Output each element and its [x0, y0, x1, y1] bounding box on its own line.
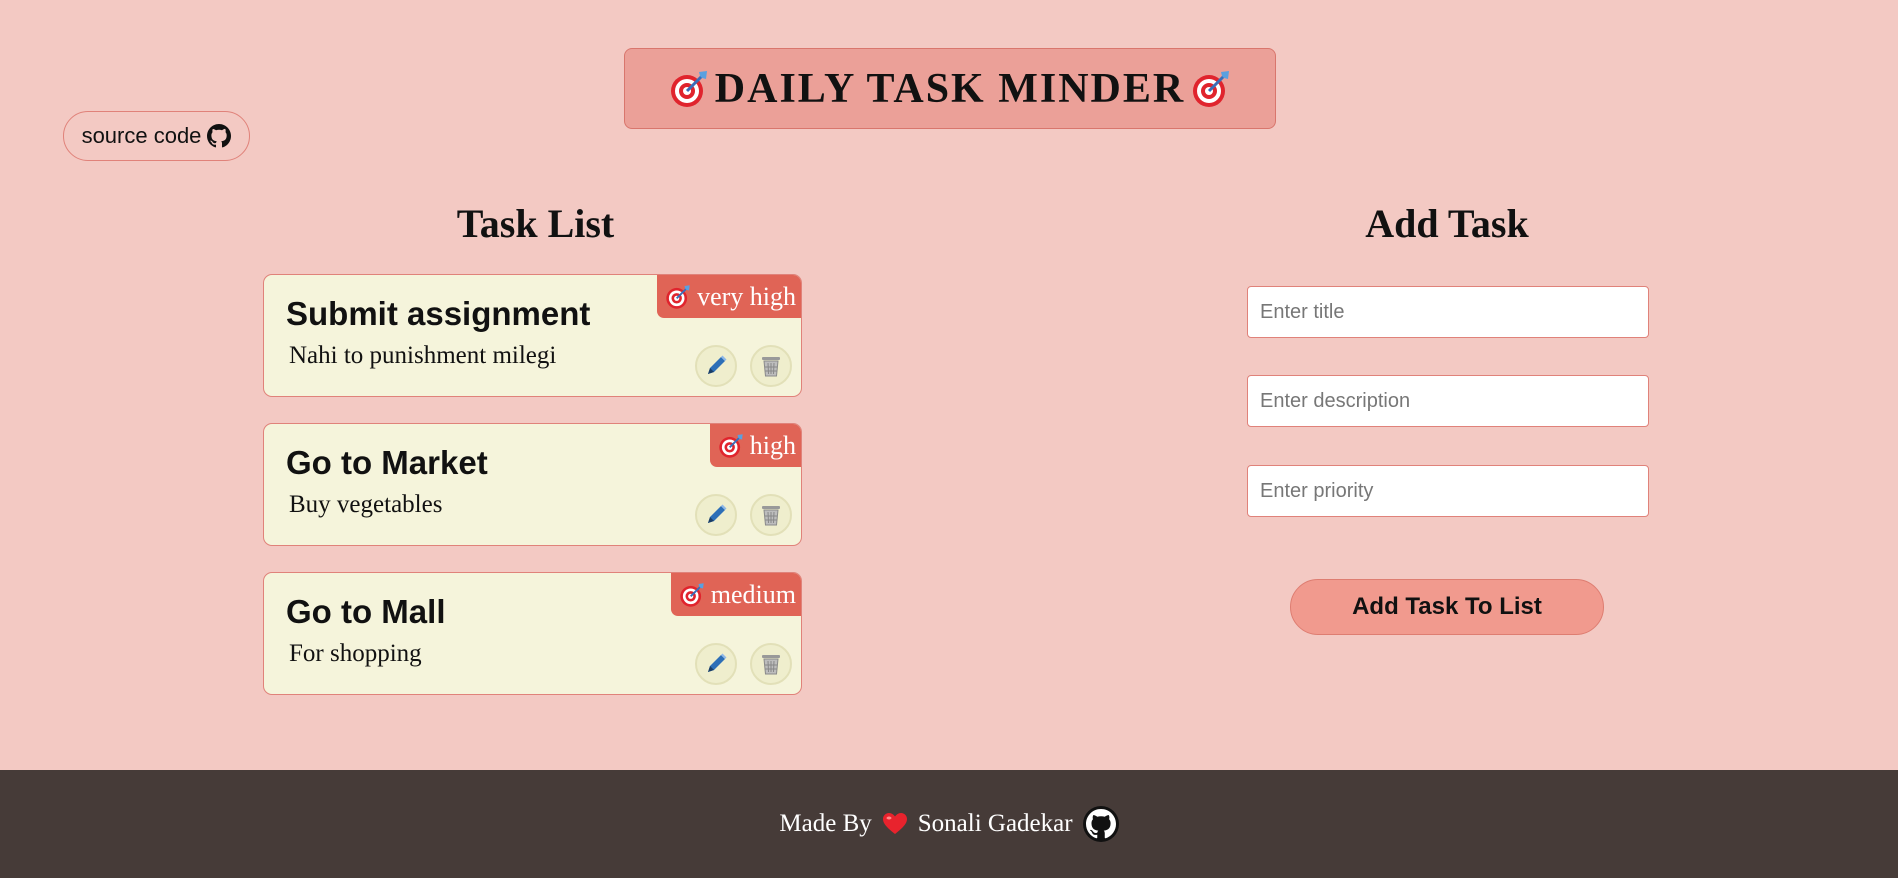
app-title-banner: DAILY TASK MINDER — [624, 48, 1276, 129]
description-input[interactable] — [1247, 375, 1649, 427]
target-icon — [679, 582, 705, 608]
edit-task-button[interactable] — [695, 494, 737, 536]
task-description: Nahi to punishment milegi — [289, 342, 557, 369]
priority-badge: very high — [657, 275, 801, 318]
source-code-label: source code — [81, 123, 202, 148]
task-card: Go to Mall For shopping medium — [263, 572, 802, 695]
trash-icon — [758, 651, 784, 677]
edit-task-button[interactable] — [695, 345, 737, 387]
priority-label: very high — [697, 281, 796, 311]
priority-input[interactable] — [1247, 465, 1649, 517]
heart-icon — [882, 812, 908, 836]
pencil-icon — [703, 353, 729, 379]
task-description: Buy vegetables — [289, 491, 443, 518]
target-icon — [1191, 69, 1231, 109]
pencil-icon — [703, 651, 729, 677]
task-card: Go to Market Buy vegetables high — [263, 423, 802, 546]
author-name: Sonali Gadekar — [917, 810, 1073, 837]
priority-badge: medium — [670, 573, 801, 616]
pencil-icon — [703, 502, 729, 528]
task-card: Submit assignment Nahi to punishment mil… — [263, 274, 802, 397]
github-icon — [1085, 809, 1116, 839]
title-input[interactable] — [1247, 286, 1649, 338]
target-icon — [665, 284, 691, 310]
add-task-heading: Add Task — [1365, 201, 1529, 246]
author-github-link[interactable] — [1082, 806, 1119, 842]
task-description: For shopping — [289, 640, 422, 667]
edit-task-button[interactable] — [695, 643, 737, 685]
target-icon — [718, 433, 744, 459]
delete-task-button[interactable] — [750, 345, 792, 387]
target-icon — [669, 69, 709, 109]
task-title: Go to Mall — [286, 593, 446, 630]
task-title: Submit assignment — [286, 295, 591, 332]
made-by-label: Made By — [779, 810, 872, 837]
priority-badge: high — [709, 424, 801, 467]
task-list-heading: Task List — [456, 201, 615, 246]
source-code-link[interactable]: source code — [63, 111, 250, 161]
github-icon — [207, 124, 231, 148]
delete-task-button[interactable] — [750, 643, 792, 685]
footer: Made By Sonali Gadekar — [0, 770, 1898, 878]
priority-label: medium — [710, 579, 796, 609]
window-edge — [1898, 0, 1902, 878]
task-title: Go to Market — [286, 444, 488, 481]
app-title: DAILY TASK MINDER — [714, 65, 1186, 112]
add-task-button[interactable]: Add Task To List — [1290, 579, 1604, 635]
delete-task-button[interactable] — [750, 494, 792, 536]
priority-label: high — [749, 430, 796, 460]
trash-icon — [758, 353, 784, 379]
trash-icon — [758, 502, 784, 528]
